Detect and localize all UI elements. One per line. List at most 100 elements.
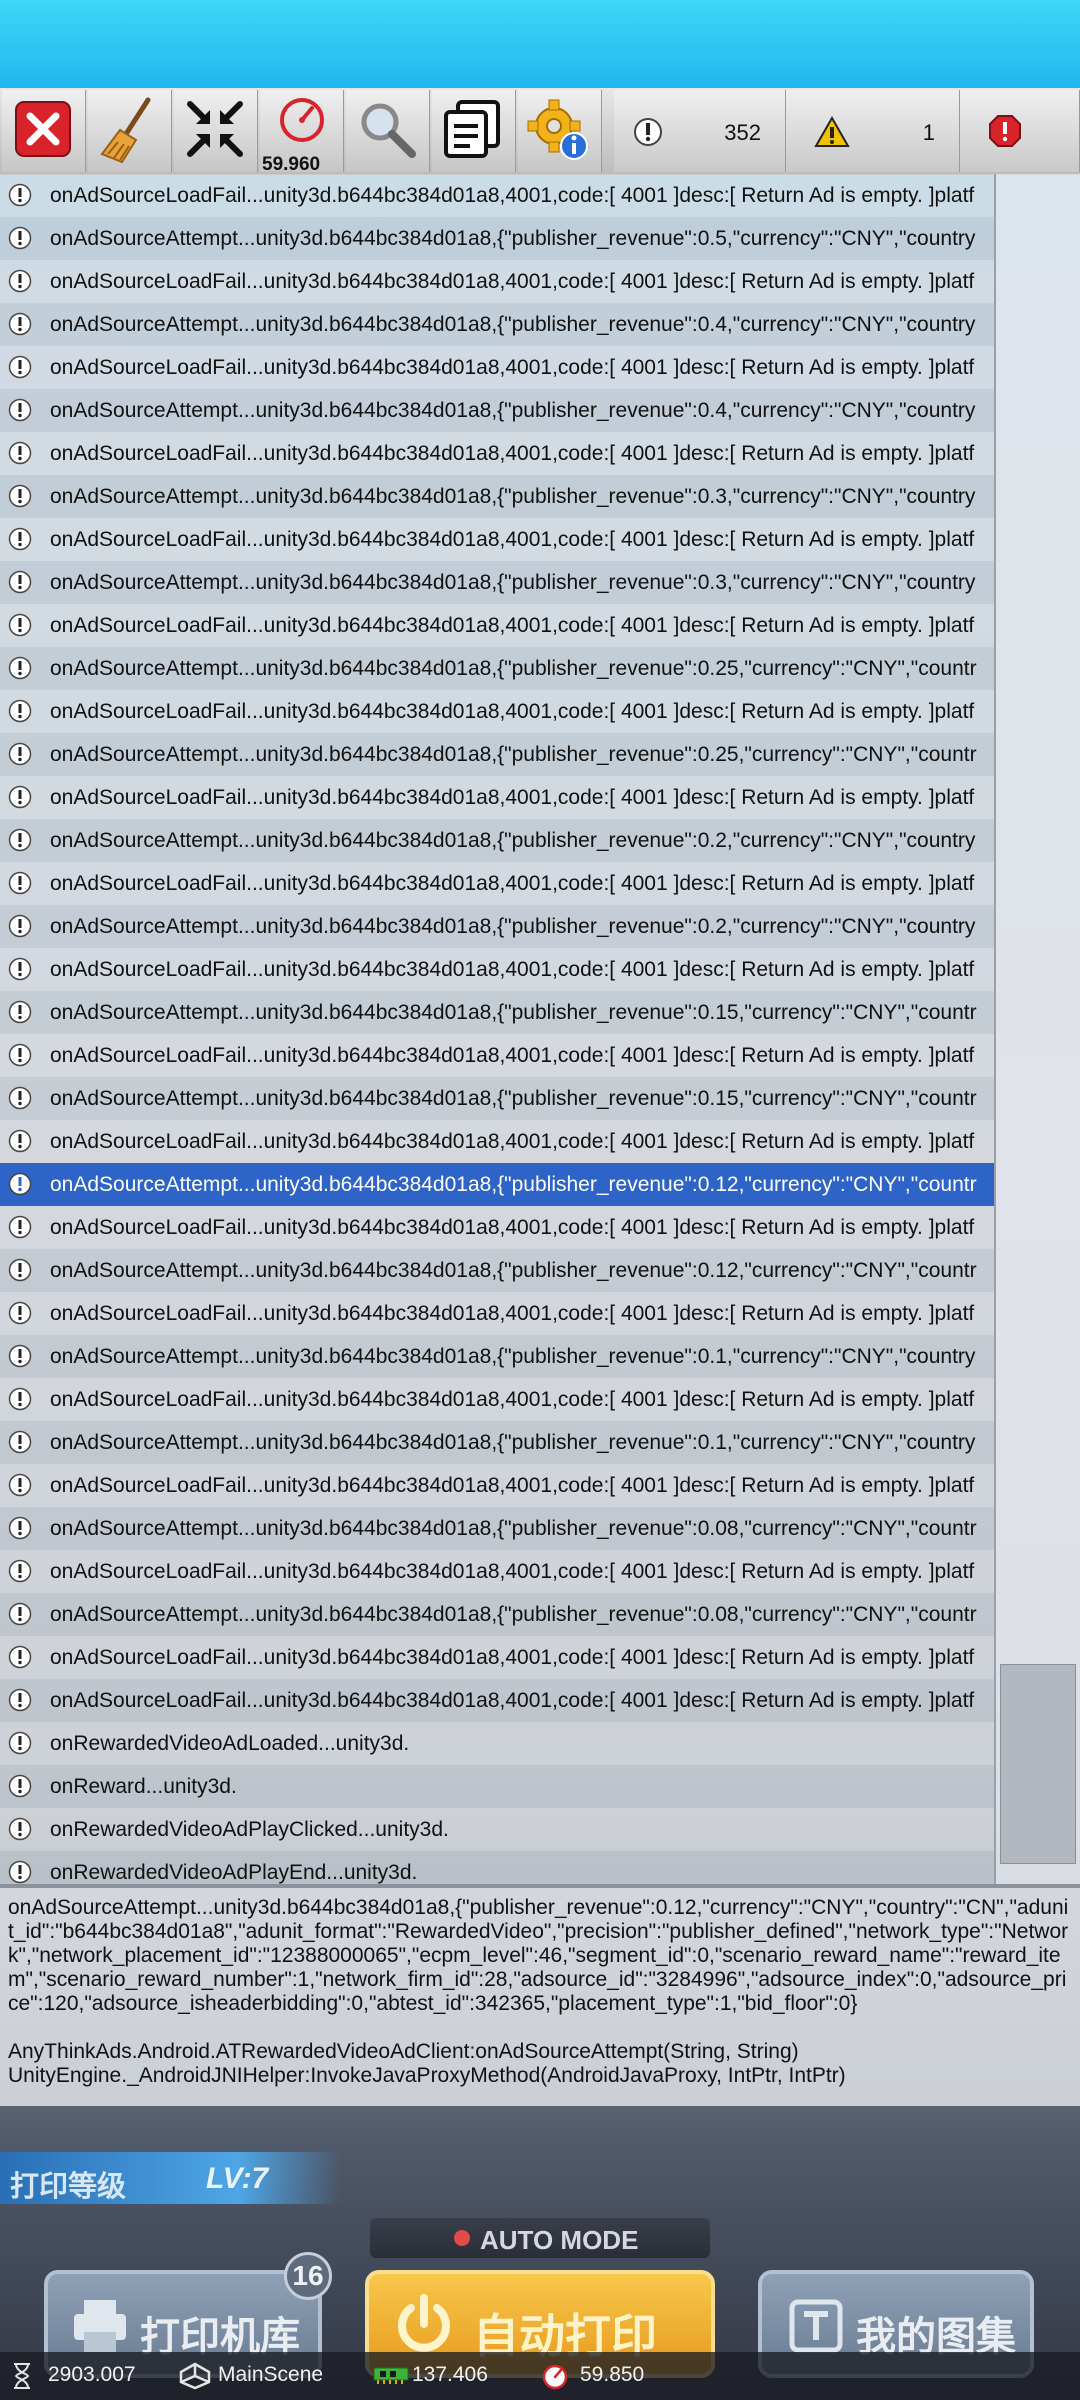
log-row[interactable]: onAdSourceLoadFail...unity3d.b644bc384d0…: [0, 1636, 994, 1679]
log-row-text: onAdSourceAttempt...unity3d.b644bc384d01…: [50, 829, 976, 852]
info-log-icon: [8, 527, 32, 551]
clear-logs-button[interactable]: [88, 90, 172, 172]
log-row[interactable]: onAdSourceAttempt...unity3d.b644bc384d01…: [0, 819, 994, 862]
log-row[interactable]: onAdSourceAttempt...unity3d.b644bc384d01…: [0, 1249, 994, 1292]
log-row[interactable]: onAdSourceAttempt...unity3d.b644bc384d01…: [0, 991, 994, 1034]
log-row-text: onReward...unity3d.: [50, 1775, 237, 1798]
console-toolbar: 59.960 352 1: [0, 88, 1080, 175]
log-row-text: onRewardedVideoAdPlayClicked...unity3d.: [50, 1818, 449, 1841]
log-row[interactable]: onAdSourceAttempt...unity3d.b644bc384d01…: [0, 1163, 994, 1206]
log-row-text: onAdSourceAttempt...unity3d.b644bc384d01…: [50, 1173, 977, 1196]
warning-count-toggle[interactable]: 1: [786, 90, 960, 172]
log-row-text: onAdSourceLoadFail...unity3d.b644bc384d0…: [50, 700, 975, 723]
speedometer-icon: [542, 2364, 568, 2390]
log-row[interactable]: onAdSourceLoadFail...unity3d.b644bc384d0…: [0, 1378, 994, 1421]
log-row-text: onAdSourceLoadFail...unity3d.b644bc384d0…: [50, 528, 975, 551]
log-row[interactable]: onAdSourceLoadFail...unity3d.b644bc384d0…: [0, 690, 994, 733]
log-row[interactable]: onRewardedVideoAdLoaded...unity3d.: [0, 1722, 994, 1765]
log-row[interactable]: onReward...unity3d.: [0, 1765, 994, 1808]
search-button[interactable]: [346, 90, 430, 172]
log-list[interactable]: onAdSourceLoadFail...unity3d.b644bc384d0…: [0, 174, 994, 1884]
info-log-icon: [8, 312, 32, 336]
log-row[interactable]: onAdSourceAttempt...unity3d.b644bc384d01…: [0, 217, 994, 260]
log-row[interactable]: onAdSourceLoadFail...unity3d.b644bc384d0…: [0, 1120, 994, 1163]
log-row-text: onAdSourceLoadFail...unity3d.b644bc384d0…: [50, 270, 975, 293]
info-log-icon: [8, 1817, 32, 1841]
log-row[interactable]: onAdSourceLoadFail...unity3d.b644bc384d0…: [0, 1292, 994, 1335]
log-row[interactable]: onAdSourceAttempt...unity3d.b644bc384d01…: [0, 1335, 994, 1378]
log-row[interactable]: onAdSourceAttempt...unity3d.b644bc384d01…: [0, 1593, 994, 1636]
close-console-button[interactable]: [2, 90, 86, 172]
log-row[interactable]: onAdSourceLoadFail...unity3d.b644bc384d0…: [0, 260, 994, 303]
log-row[interactable]: onRewardedVideoAdPlayEnd...unity3d.: [0, 1851, 994, 1884]
copy-icon: [444, 100, 500, 158]
info-log-icon: [8, 1129, 32, 1153]
log-row[interactable]: onAdSourceAttempt...unity3d.b644bc384d01…: [0, 561, 994, 604]
log-row[interactable]: onAdSourceLoadFail...unity3d.b644bc384d0…: [0, 604, 994, 647]
info-log-icon: [8, 1387, 32, 1411]
log-row-text: onAdSourceAttempt...unity3d.b644bc384d01…: [50, 571, 976, 594]
log-row[interactable]: onAdSourceAttempt...unity3d.b644bc384d01…: [0, 475, 994, 518]
log-row[interactable]: onAdSourceAttempt...unity3d.b644bc384d01…: [0, 733, 994, 776]
info-log-icon: [8, 484, 32, 508]
log-row[interactable]: onAdSourceAttempt...unity3d.b644bc384d01…: [0, 1077, 994, 1120]
log-row[interactable]: onAdSourceLoadFail...unity3d.b644bc384d0…: [0, 1206, 994, 1249]
log-row-text: onAdSourceAttempt...unity3d.b644bc384d01…: [50, 1001, 977, 1024]
info-log-icon: [8, 1602, 32, 1626]
log-row-text: onAdSourceAttempt...unity3d.b644bc384d01…: [50, 1603, 977, 1626]
log-row[interactable]: onAdSourceLoadFail...unity3d.b644bc384d0…: [0, 432, 994, 475]
magnifier-icon: [361, 103, 416, 158]
info-log-icon: [8, 398, 32, 422]
log-row[interactable]: onAdSourceLoadFail...unity3d.b644bc384d0…: [0, 776, 994, 819]
log-row-text: onAdSourceLoadFail...unity3d.b644bc384d0…: [50, 1130, 975, 1153]
log-row-text: onAdSourceLoadFail...unity3d.b644bc384d0…: [50, 356, 975, 379]
settings-button[interactable]: [518, 90, 602, 172]
log-row[interactable]: onAdSourceLoadFail...unity3d.b644bc384d0…: [0, 346, 994, 389]
log-row[interactable]: onAdSourceAttempt...unity3d.b644bc384d01…: [0, 1507, 994, 1550]
collapse-arrows-icon: [187, 101, 243, 157]
log-row[interactable]: onAdSourceLoadFail...unity3d.b644bc384d0…: [0, 862, 994, 905]
log-count: 352: [724, 120, 761, 145]
log-row[interactable]: onAdSourceAttempt...unity3d.b644bc384d01…: [0, 389, 994, 432]
log-row[interactable]: onRewardedVideoAdPlayClicked...unity3d.: [0, 1808, 994, 1851]
log-row[interactable]: onAdSourceAttempt...unity3d.b644bc384d01…: [0, 647, 994, 690]
log-row[interactable]: onAdSourceLoadFail...unity3d.b644bc384d0…: [0, 1464, 994, 1507]
info-log-icon: [8, 441, 32, 465]
scrollbar-thumb[interactable]: [1000, 1664, 1076, 1864]
info-log-icon: [8, 269, 32, 293]
log-row[interactable]: onAdSourceLoadFail...unity3d.b644bc384d0…: [0, 1679, 994, 1722]
log-row[interactable]: onAdSourceLoadFail...unity3d.b644bc384d0…: [0, 1550, 994, 1593]
gear-info-icon: [527, 99, 588, 160]
copy-button[interactable]: [432, 90, 516, 172]
auto-mode-indicator[interactable]: AUTO MODE: [370, 2218, 710, 2258]
info-log-icon: [8, 656, 32, 680]
collapse-button[interactable]: [174, 90, 258, 172]
log-row-text: onAdSourceAttempt...unity3d.b644bc384d01…: [50, 1345, 976, 1368]
info-log-icon: [8, 1172, 32, 1196]
info-log-icon: [8, 1731, 32, 1755]
log-row-text: onAdSourceLoadFail...unity3d.b644bc384d0…: [50, 958, 975, 981]
log-row[interactable]: onAdSourceAttempt...unity3d.b644bc384d01…: [0, 1421, 994, 1464]
log-count-toggle[interactable]: 352: [614, 90, 786, 172]
log-row[interactable]: onAdSourceLoadFail...unity3d.b644bc384d0…: [0, 174, 994, 217]
info-log-icon: [8, 355, 32, 379]
log-row[interactable]: onAdSourceLoadFail...unity3d.b644bc384d0…: [0, 1034, 994, 1077]
close-icon: [15, 101, 71, 157]
unity-logo-icon: [179, 2362, 211, 2390]
log-row-text: onAdSourceLoadFail...unity3d.b644bc384d0…: [50, 1474, 975, 1497]
log-scrollbar[interactable]: [994, 174, 1080, 1884]
info-log-icon: [8, 1258, 32, 1282]
info-log-icon: [8, 914, 32, 938]
hourglass-icon: [14, 2363, 30, 2389]
info-log-icon: [8, 183, 32, 207]
log-row[interactable]: onAdSourceAttempt...unity3d.b644bc384d01…: [0, 905, 994, 948]
log-row[interactable]: onAdSourceLoadFail...unity3d.b644bc384d0…: [0, 518, 994, 561]
power-icon: [398, 2294, 450, 2352]
log-row[interactable]: onAdSourceLoadFail...unity3d.b644bc384d0…: [0, 948, 994, 991]
error-count-toggle[interactable]: [960, 90, 1080, 172]
log-detail-panel[interactable]: onAdSourceAttempt...unity3d.b644bc384d01…: [0, 1886, 1080, 2106]
info-log-icon: [8, 1344, 32, 1368]
stat-memory-value: 137.406: [412, 2363, 488, 2386]
log-row-text: onAdSourceLoadFail...unity3d.b644bc384d0…: [50, 1302, 975, 1325]
log-row[interactable]: onAdSourceAttempt...unity3d.b644bc384d01…: [0, 303, 994, 346]
